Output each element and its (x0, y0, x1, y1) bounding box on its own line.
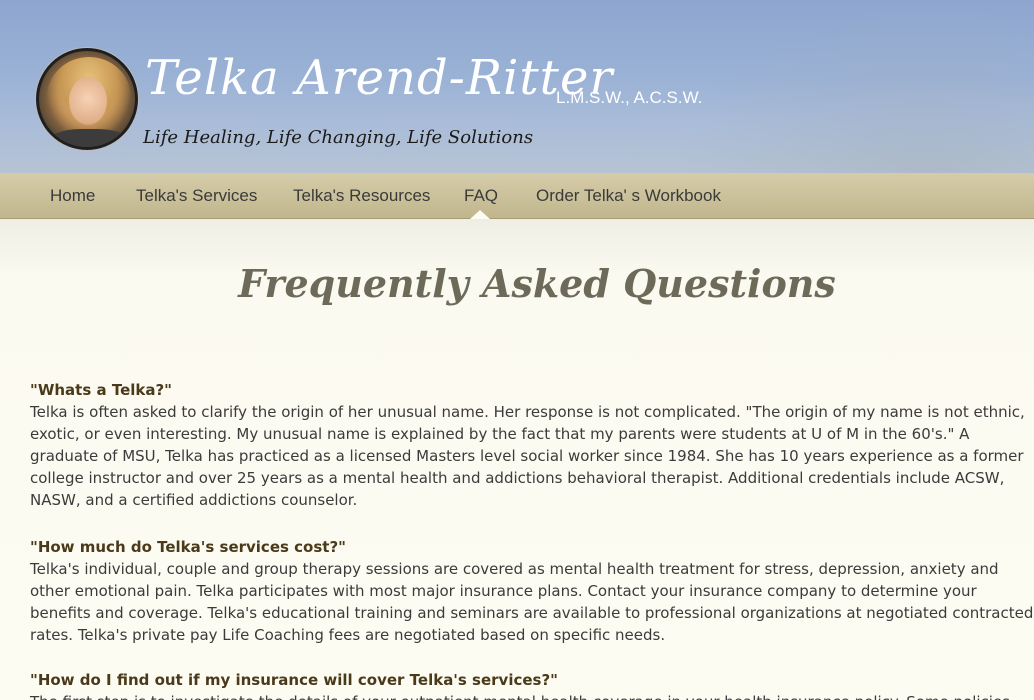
nav-item-home[interactable]: Home (50, 186, 95, 206)
active-nav-indicator (470, 210, 490, 219)
faq-question: "How do I find out if my insurance will … (30, 671, 558, 689)
site-title[interactable]: Telka Arend-Ritter (145, 50, 613, 106)
site-header: Telka Arend-Ritter L.M.S.W., A.C.S.W. Li… (0, 0, 1034, 173)
main-content: Frequently Asked Questions "Whats a Telk… (0, 219, 1034, 700)
site-tagline: Life Healing, Life Changing, Life Soluti… (143, 127, 534, 148)
faq-item: "How do I find out if my insurance will … (30, 669, 1034, 700)
header-background-decoration (674, 0, 1034, 173)
faq-answer: Telka's individual, couple and group the… (30, 560, 1034, 644)
faq-question: "How much do Telka's services cost?" (30, 538, 346, 556)
nav-item-faq[interactable]: FAQ (464, 186, 498, 206)
nav-item-resources[interactable]: Telka's Resources (293, 186, 430, 206)
photo-face (69, 77, 107, 125)
faq-answer: The first step is to investigate the det… (30, 691, 1034, 700)
profile-photo (36, 48, 138, 150)
faq-item: "How much do Telka's services cost?" Tel… (30, 536, 1034, 646)
main-navigation: Home Telka's Services Telka's Resources … (0, 173, 1034, 219)
nav-item-order-workbook[interactable]: Order Telka' s Workbook (536, 186, 721, 206)
page-title: Frequently Asked Questions (238, 261, 836, 306)
photo-shoulders (49, 129, 129, 147)
site-credentials: L.M.S.W., A.C.S.W. (556, 88, 703, 107)
faq-question: "Whats a Telka?" (30, 381, 172, 399)
faq-answer: Telka is often asked to clarify the orig… (30, 403, 1025, 509)
faq-item: "Whats a Telka?" Telka is often asked to… (30, 379, 1034, 511)
nav-item-services[interactable]: Telka's Services (136, 186, 257, 206)
